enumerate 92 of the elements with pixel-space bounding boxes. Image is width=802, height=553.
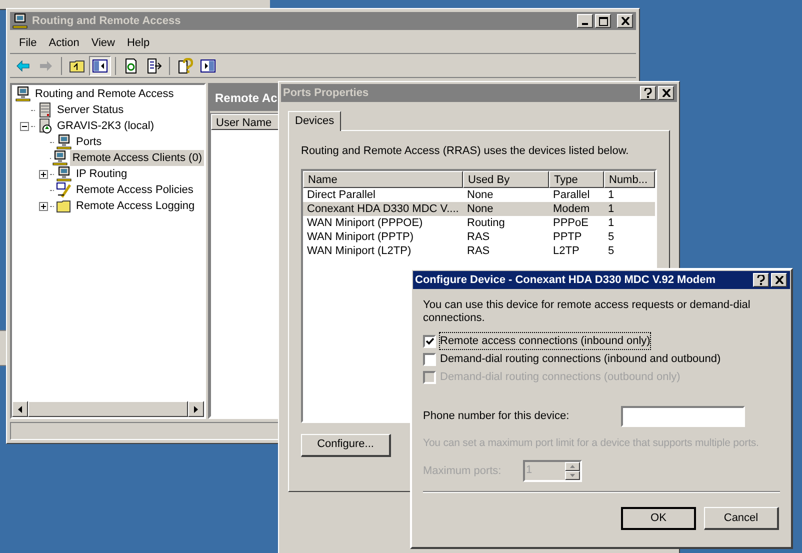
checkbox[interactable] <box>423 334 436 348</box>
phone-input-field[interactable] <box>621 406 745 427</box>
table-cell-text: WAN Miniport (PPPOE) <box>306 216 424 230</box>
dialog-button[interactable]: OK <box>621 506 696 530</box>
dialog-button[interactable]: Cancel <box>704 506 779 530</box>
scroll-thumb[interactable] <box>28 401 188 417</box>
intro-text: Routing and Remote Access (RRAS) uses the devices listed below. <box>301 144 630 159</box>
help-button[interactable] <box>753 273 769 287</box>
tree-item[interactable]: Remote Access Clients (0) <box>70 150 204 166</box>
table-cell-text: 5 <box>607 230 616 244</box>
monitor-icon <box>15 86 31 102</box>
table-cell-text: Parallel <box>552 188 591 202</box>
minimize-button[interactable] <box>577 14 593 28</box>
table-cell-text: 1 <box>607 188 616 202</box>
column-header[interactable]: Used By <box>463 170 549 188</box>
window-title: Routing and Remote Access <box>32 14 182 29</box>
menu-item[interactable]: Help <box>122 35 155 52</box>
table-cell-text: WAN Miniport (PPTP) <box>306 230 415 244</box>
tree-item[interactable]: GRAVIS-2K3 (local) <box>55 118 156 134</box>
table-cell-text: 1 <box>607 216 616 230</box>
table-cell-text: 5 <box>607 244 616 258</box>
scroll-left-button[interactable] <box>12 401 28 417</box>
menu-item[interactable]: File <box>14 35 42 52</box>
checkbox[interactable] <box>423 352 436 366</box>
close-icon <box>662 89 670 97</box>
close-icon <box>620 17 630 25</box>
help-icon <box>644 88 652 98</box>
pane-title: Remote Ac <box>215 90 278 107</box>
table-cell-text: Conexant HDA D330 MDC V.... <box>306 202 460 216</box>
table-cell-text: None <box>466 188 494 202</box>
menu-item[interactable]: View <box>86 35 120 52</box>
scroll-right-button[interactable] <box>188 401 204 417</box>
menu-item[interactable]: Action <box>44 35 84 52</box>
table-cell-text: L2TP <box>552 244 580 258</box>
table-cell-text: Modem <box>552 202 591 216</box>
network-computer-icon <box>52 150 68 166</box>
server-icon <box>37 102 53 118</box>
horizontal-scrollbar[interactable] <box>12 401 204 417</box>
phone-label: Phone number for this device: <box>423 409 570 424</box>
help-icon <box>757 275 765 285</box>
checkmark-icon <box>426 338 434 344</box>
window-title: Ports Properties <box>283 86 370 101</box>
table-row[interactable]: WAN Miniport (PPTP) RAS PPTP 5 <box>303 230 655 244</box>
column-header[interactable]: Numb... <box>604 170 655 188</box>
close-icon <box>774 276 784 284</box>
table-cell-text: 1 <box>607 202 616 216</box>
checkbox-label[interactable]: Demand-dial routing connections (inbound and outbound) <box>440 350 721 368</box>
tree-item[interactable]: IP Routing <box>74 166 130 182</box>
tree-item[interactable]: Remote Access Logging <box>74 198 197 214</box>
server-icon <box>37 118 53 134</box>
table-cell-text: PPPoE <box>552 216 590 230</box>
table-cell-text: RAS <box>466 230 491 244</box>
table-row[interactable]: Direct Parallel None Parallel 1 <box>303 188 655 202</box>
table-row[interactable]: WAN Miniport (L2TP) RAS L2TP 5 <box>303 244 655 258</box>
app-icon <box>12 13 28 29</box>
network-computer-icon <box>56 166 72 182</box>
close-button[interactable] <box>771 273 787 287</box>
column-header[interactable]: Type <box>549 170 604 188</box>
description-text: You can use this device for remote access requests or demand-dial connections. <box>423 299 752 325</box>
tree-item[interactable]: Routing and Remote Access <box>33 86 176 102</box>
close-button[interactable] <box>617 14 633 28</box>
table-cell-text: Routing <box>466 216 506 230</box>
help-button[interactable] <box>640 86 656 100</box>
right-arrow-icon <box>194 406 198 412</box>
checkbox-label[interactable]: Remote access connections (inbound only) <box>440 332 650 350</box>
folder-icon <box>56 198 72 214</box>
table-row[interactable]: WAN Miniport (PPPOE) Routing PPPoE 1 <box>303 216 655 230</box>
table-cell-text: Direct Parallel <box>306 188 376 202</box>
table-cell-text: WAN Miniport (L2TP) <box>306 244 412 258</box>
window-title: Configure Device - Conexant HDA D330 MDC V.92 Modem <box>415 272 717 288</box>
tree-item[interactable]: Server Status <box>55 102 126 118</box>
left-arrow-icon <box>18 406 22 412</box>
tree-item[interactable]: Ports <box>74 134 104 150</box>
table-cell-text: PPTP <box>552 230 583 244</box>
close-button[interactable] <box>658 86 674 100</box>
table-row[interactable]: Conexant HDA D330 MDC V.... None Modem 1 <box>303 202 655 216</box>
pane-toggle-icon[interactable] <box>89 56 111 76</box>
expand-icon[interactable] <box>39 170 48 178</box>
policy-icon <box>56 182 72 198</box>
tree-item[interactable]: Remote Access Policies <box>74 182 196 198</box>
table-cell-text: None <box>466 202 494 216</box>
tab[interactable]: Devices <box>288 111 342 131</box>
maximize-button[interactable] <box>595 14 611 28</box>
column-header[interactable]: Name <box>303 170 463 188</box>
table-cell-text: RAS <box>466 244 491 258</box>
network-computer-icon <box>56 134 72 150</box>
down-arrow-icon <box>570 474 575 477</box>
configure-button[interactable]: Configure... <box>301 434 391 456</box>
expand-icon[interactable] <box>39 202 48 210</box>
up-arrow-icon <box>570 464 575 468</box>
collapse-icon[interactable] <box>20 122 29 130</box>
maximize-icon <box>598 16 608 26</box>
